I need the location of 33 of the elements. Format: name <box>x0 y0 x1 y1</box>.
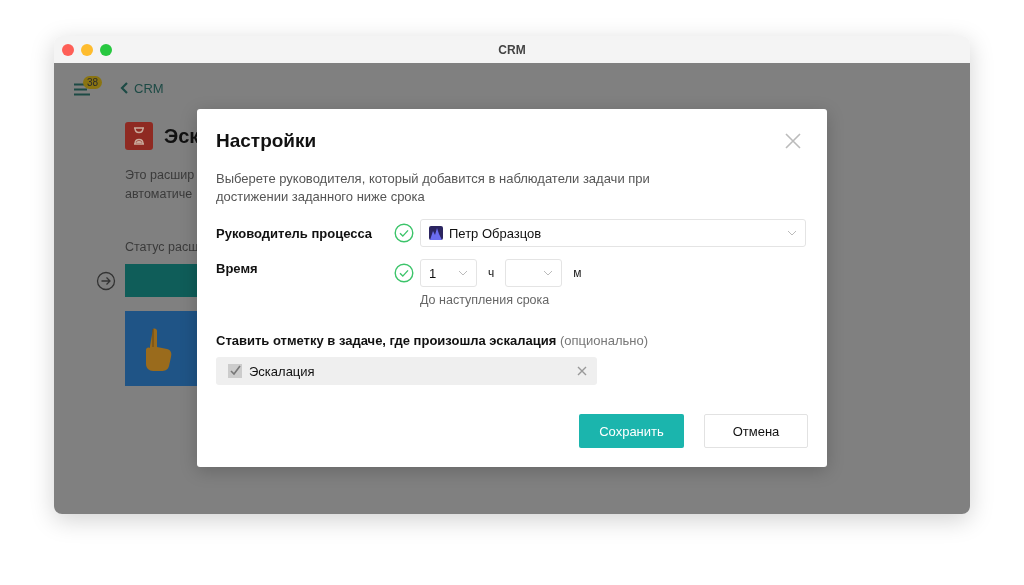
remove-icon[interactable] <box>577 366 587 376</box>
caret-icon <box>458 270 468 276</box>
dialog-title: Настройки <box>216 130 317 152</box>
minimize-window-button[interactable] <box>81 43 93 56</box>
cancel-button[interactable]: Отмена <box>704 414 808 448</box>
notification-badge: 38 <box>83 76 103 89</box>
page-title: Эск <box>164 124 200 148</box>
close-window-button[interactable] <box>62 43 74 56</box>
caret-icon <box>543 270 554 276</box>
chevron-left-icon <box>120 82 128 94</box>
avatar-icon <box>429 226 443 240</box>
hours-select[interactable]: 1 <box>420 259 477 287</box>
manager-select[interactable]: Петр Образцов <box>420 219 806 247</box>
status-label: Статус расш <box>125 240 199 254</box>
dialog-description: Выберете руководителя, который добавится в наблюдатели задачи при достижении заданного ниже срока <box>216 170 651 206</box>
window-title: CRM <box>497 42 527 57</box>
unit-label: м <box>573 266 582 280</box>
tag-field[interactable]: Эскалация <box>216 357 597 385</box>
arrow-circle-icon <box>96 270 116 291</box>
zoom-window-button[interactable] <box>100 43 112 56</box>
section-label: Ставить отметку в задаче, где произошла эскалация (опционально) <box>216 333 650 348</box>
tag-label: Эскалация <box>249 363 316 379</box>
field-label: Руководитель процесса <box>216 225 374 241</box>
description-text: Это расшир <box>125 167 195 184</box>
field-hint: До наступления срока <box>420 293 551 307</box>
hourglass-icon <box>125 122 153 150</box>
unit-label: ч <box>488 266 495 280</box>
caret-icon <box>787 230 797 236</box>
minutes-select[interactable] <box>505 259 563 287</box>
checkbox[interactable] <box>228 364 242 378</box>
field-label: Время <box>216 260 259 276</box>
description-text: автоматиче <box>125 186 194 203</box>
close-icon[interactable] <box>785 133 801 149</box>
